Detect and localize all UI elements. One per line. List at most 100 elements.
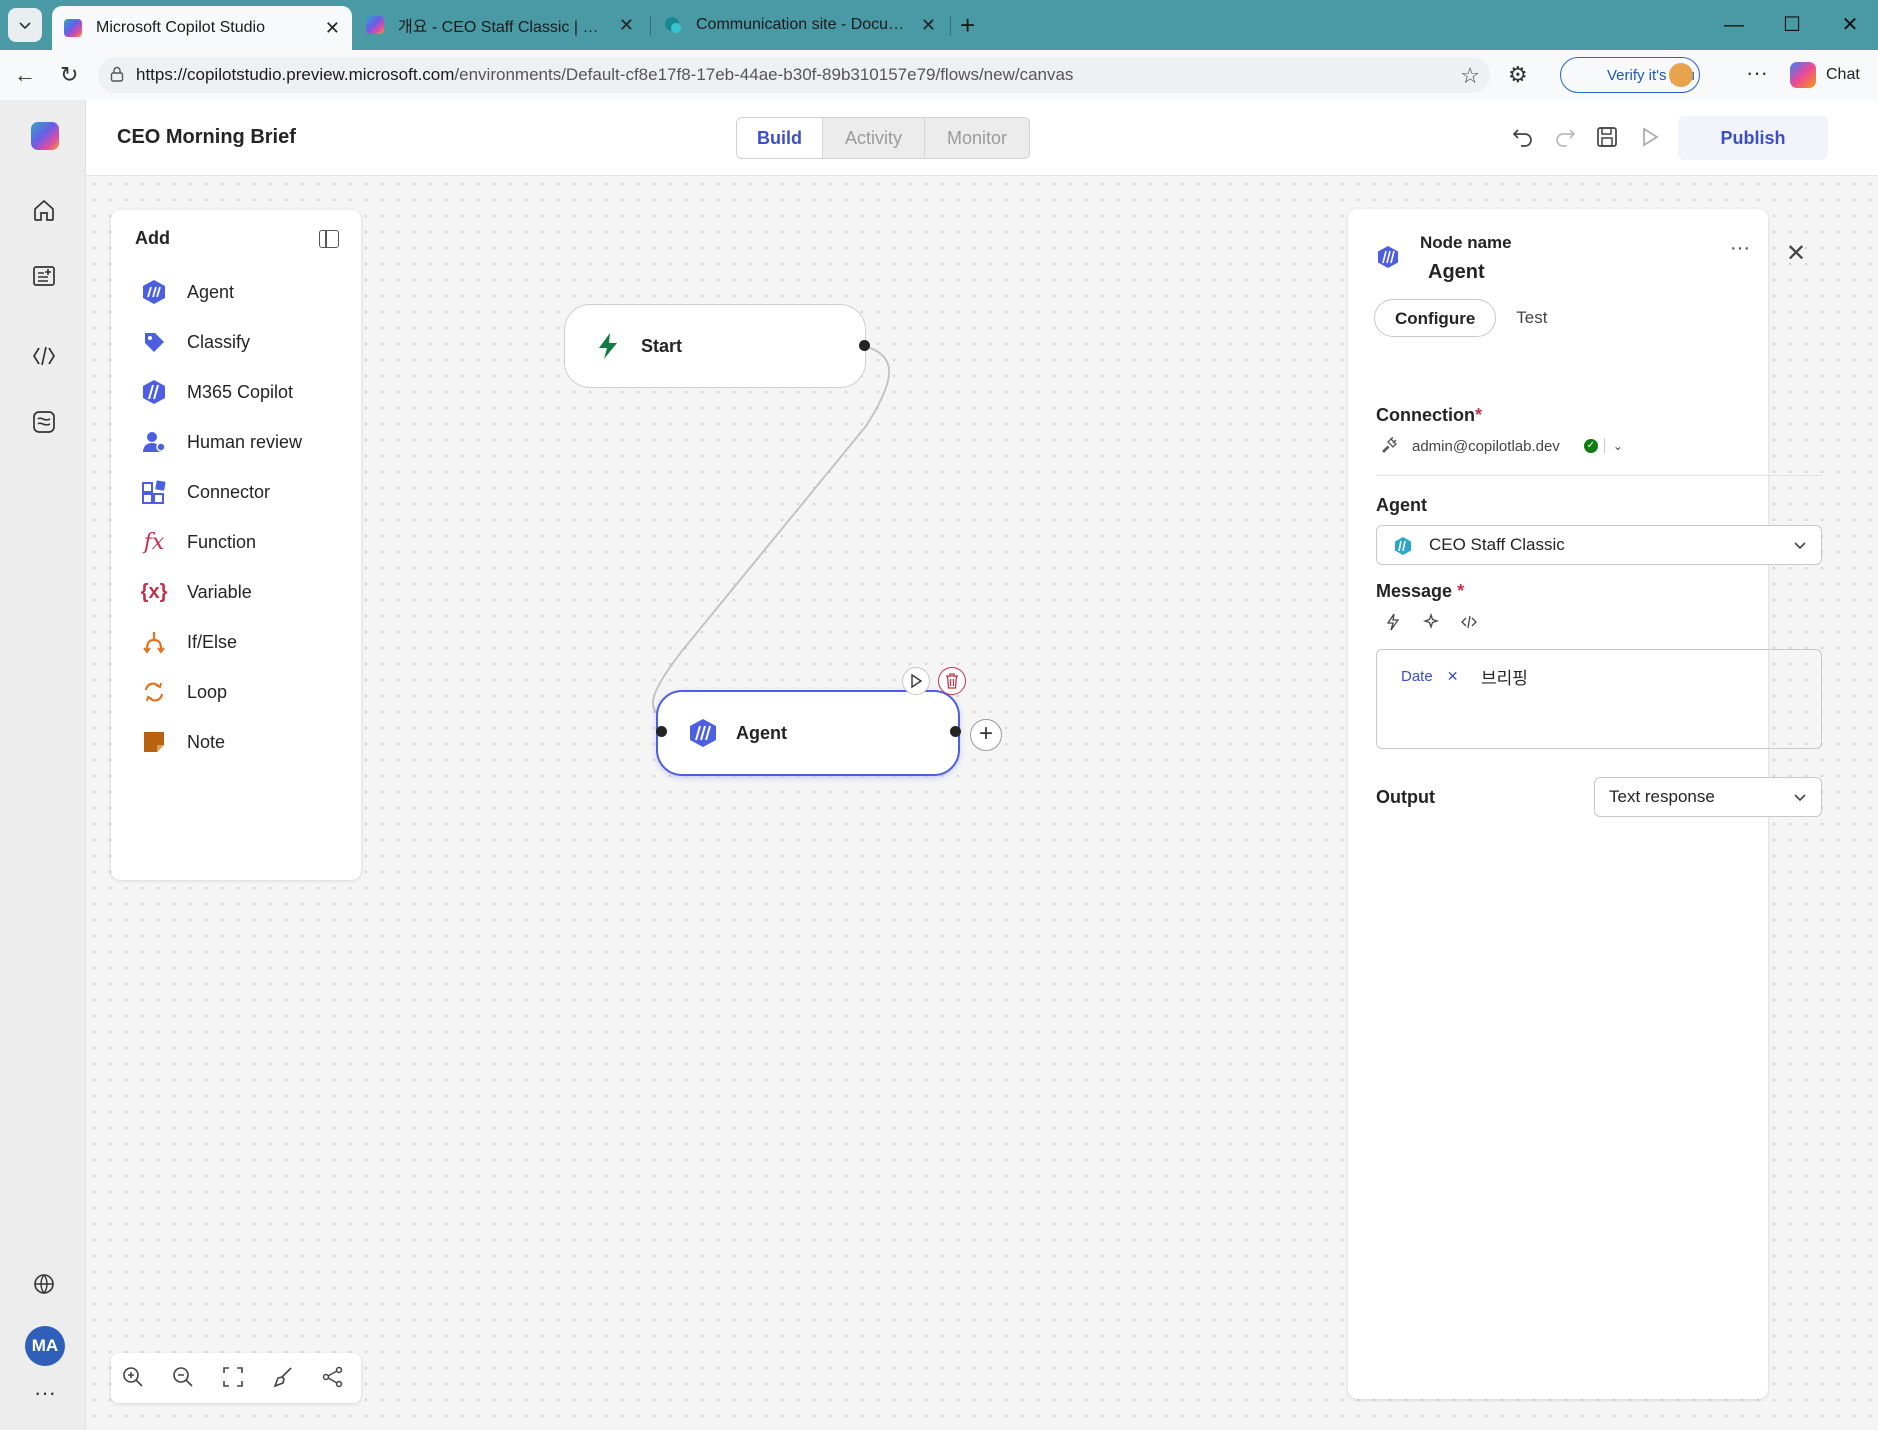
favorite-star-icon[interactable]: ☆ xyxy=(1460,63,1480,89)
input-port[interactable] xyxy=(656,726,667,737)
new-tab-button[interactable]: + xyxy=(960,10,975,40)
chevron-down-icon[interactable]: ⌄ xyxy=(1613,439,1623,453)
flow-canvas[interactable]: Add Agent Classify M365 Copilot Human re… xyxy=(86,176,1878,1430)
add-item-label: Loop xyxy=(187,681,228,702)
save-icon[interactable] xyxy=(1594,124,1620,150)
remove-chip-icon[interactable]: ✕ xyxy=(1447,668,1459,685)
node-name-field[interactable]: Agent xyxy=(1428,261,1485,284)
add-next-node-button[interactable]: + xyxy=(970,719,1002,751)
add-item-m365-copilot[interactable]: M365 Copilot xyxy=(141,372,341,412)
connection-label-text: Connection xyxy=(1376,405,1475,425)
agent-node[interactable]: Agent xyxy=(656,690,961,776)
canvas-zoom-toolbar xyxy=(111,1353,361,1403)
note-icon xyxy=(141,729,167,755)
start-node[interactable]: Start xyxy=(564,304,870,388)
lightning-insert-icon[interactable] xyxy=(1384,613,1402,631)
sparkle-icon[interactable] xyxy=(1422,613,1440,631)
branch-icon xyxy=(141,629,167,655)
minimap-icon[interactable] xyxy=(321,1365,345,1389)
tab-test[interactable]: Test xyxy=(1496,299,1567,337)
connection-selector[interactable]: admin@copilotlab.dev ✓ ⌄ xyxy=(1380,437,1623,455)
more-options-icon[interactable]: ··· xyxy=(34,1380,56,1406)
publish-button[interactable]: Publish xyxy=(1678,116,1828,160)
undo-icon[interactable] xyxy=(1510,124,1536,150)
fit-to-screen-icon[interactable] xyxy=(221,1365,245,1389)
tab-configure[interactable]: Configure xyxy=(1374,299,1497,337)
agent-node-label: Agent xyxy=(736,722,787,743)
browser-tab-ceo-staff[interactable]: 개요 - CEO Staff Classic | Microsoft ✕ xyxy=(354,6,646,44)
create-icon[interactable] xyxy=(30,262,58,290)
collapse-panel-icon[interactable] xyxy=(319,230,339,248)
delete-node-button[interactable] xyxy=(938,667,966,695)
tab-build[interactable]: Build xyxy=(737,118,822,158)
agents-icon[interactable] xyxy=(30,342,58,370)
close-tab-icon[interactable]: ✕ xyxy=(609,15,634,36)
agent-select[interactable]: CEO Staff Classic xyxy=(1376,525,1822,565)
add-item-human-review[interactable]: Human review xyxy=(141,422,341,462)
verify-identity-button[interactable]: Verify it's you xyxy=(1560,57,1700,93)
add-item-label: Note xyxy=(187,731,226,752)
minimize-icon[interactable]: — xyxy=(1714,10,1754,40)
output-port[interactable] xyxy=(950,726,961,737)
output-port[interactable] xyxy=(859,340,870,351)
tab-monitor[interactable]: Monitor xyxy=(924,118,1029,158)
add-item-variable[interactable]: {x} Variable xyxy=(141,572,341,612)
redo-icon[interactable] xyxy=(1552,124,1578,150)
add-item-note[interactable]: Note xyxy=(141,722,341,762)
environment-globe-icon[interactable] xyxy=(30,1270,58,1298)
left-nav-rail: MA ··· xyxy=(0,100,86,1430)
tab-separator xyxy=(650,16,651,36)
variable-icon: {x} xyxy=(140,580,168,603)
code-icon[interactable] xyxy=(1460,613,1478,631)
copilot-chat-button[interactable]: Chat xyxy=(1790,57,1860,93)
close-window-icon[interactable]: ✕ xyxy=(1830,10,1870,40)
extensions-icon[interactable]: ⚙ xyxy=(1508,62,1528,88)
back-arrow-icon[interactable]: ← xyxy=(14,62,36,88)
browser-menu-icon[interactable]: ··· xyxy=(1746,60,1768,86)
zoom-out-icon[interactable] xyxy=(171,1365,195,1389)
flows-icon[interactable] xyxy=(30,408,58,436)
agent-select-value: CEO Staff Classic xyxy=(1429,535,1565,554)
profile-avatar-icon xyxy=(1669,63,1693,87)
copilot-studio-logo[interactable] xyxy=(31,122,59,150)
maximize-icon[interactable]: ☐ xyxy=(1772,10,1812,40)
add-item-agent[interactable]: Agent xyxy=(141,272,341,312)
copilot-logo-icon xyxy=(1790,62,1816,88)
panel-more-icon[interactable]: ··· xyxy=(1730,237,1750,260)
copilot-studio-favicon xyxy=(366,16,384,34)
home-icon[interactable] xyxy=(30,196,58,224)
add-item-function[interactable]: fx Function xyxy=(141,522,341,562)
refresh-icon[interactable]: ↻ xyxy=(60,62,78,88)
run-node-button[interactable] xyxy=(902,667,930,695)
chevron-down-icon xyxy=(1794,542,1806,550)
zoom-in-icon[interactable] xyxy=(121,1365,145,1389)
tidy-brush-icon[interactable] xyxy=(271,1365,295,1389)
connection-label: Connection* xyxy=(1376,405,1482,426)
tab-activity[interactable]: Activity xyxy=(822,118,924,158)
url-field[interactable]: https://copilotstudio.preview.microsoft.… xyxy=(98,57,1490,93)
message-input[interactable]: Date ✕ 브리핑 xyxy=(1376,649,1822,749)
url-host: https://copilotstudio.preview.microsoft.… xyxy=(136,65,455,84)
add-item-if-else[interactable]: If/Else xyxy=(141,622,341,662)
browser-tab-communication-site[interactable]: Communication site - Documents ✕ xyxy=(652,6,948,44)
user-avatar[interactable]: MA xyxy=(25,1326,65,1366)
output-label: Output xyxy=(1376,787,1435,807)
add-item-classify[interactable]: Classify xyxy=(141,322,341,362)
browser-tab-copilot-studio[interactable]: Microsoft Copilot Studio ✕ xyxy=(52,6,352,50)
flow-title: CEO Morning Brief xyxy=(117,126,296,148)
plug-icon xyxy=(1382,437,1397,453)
browser-tab-bar: Microsoft Copilot Studio ✕ 개요 - CEO Staf… xyxy=(0,0,1878,50)
tab-list-button[interactable] xyxy=(8,8,42,42)
panel-tabs: Configure Test xyxy=(1374,299,1567,337)
loop-icon xyxy=(141,679,167,705)
date-variable-chip[interactable]: Date ✕ xyxy=(1395,664,1464,688)
tab-separator xyxy=(950,16,951,36)
add-item-connector[interactable]: Connector xyxy=(141,472,341,512)
output-select[interactable]: Text response xyxy=(1594,777,1822,817)
connection-account: admin@copilotlab.dev xyxy=(1412,437,1560,455)
run-icon[interactable] xyxy=(1636,124,1662,150)
close-tab-icon[interactable]: ✕ xyxy=(315,18,340,39)
close-icon[interactable]: ✕ xyxy=(1786,239,1806,268)
close-tab-icon[interactable]: ✕ xyxy=(911,15,936,36)
add-item-loop[interactable]: Loop xyxy=(141,672,341,712)
